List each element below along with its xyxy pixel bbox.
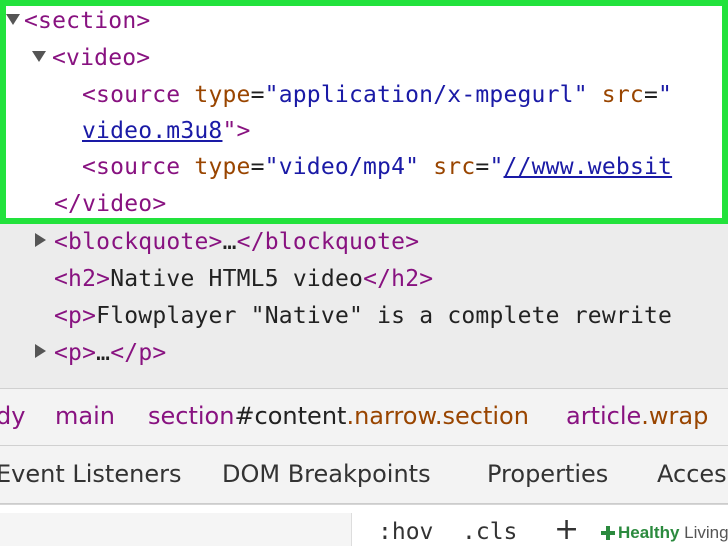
styles-filter-input[interactable] [0, 513, 352, 546]
tab-properties[interactable]: Properties [487, 460, 608, 488]
add-rule-icon[interactable]: + [554, 515, 579, 545]
breadcrumb-item-main[interactable]: main [55, 402, 115, 430]
h2-tag: <h2> [54, 266, 111, 292]
ellipsis: … [96, 340, 111, 366]
expand-triangle-icon[interactable] [35, 344, 46, 358]
video-tag: <video> [52, 45, 151, 71]
breadcrumb-class: .narrow.section [346, 402, 529, 430]
type-attribute: type [194, 82, 251, 108]
p-text: Flowplayer "Native" is a complete rewrit… [96, 303, 673, 329]
hover-state-toggle[interactable]: :hov [378, 519, 433, 545]
src-attribute: src [419, 154, 476, 180]
breadcrumb-class: .wrap [641, 402, 709, 430]
breadcrumb-id: #content [234, 402, 347, 430]
p-tag: <p> [54, 303, 97, 329]
dom-line-section[interactable]: <section> [24, 6, 150, 36]
dom-line-h2[interactable]: <h2>Native HTML5 video</h2> [54, 264, 433, 294]
p-close-tag: </p> [110, 340, 167, 366]
tab-dom-breakpoints[interactable]: DOM Breakpoints [222, 460, 431, 488]
breadcrumb-item-section[interactable]: section#content.narrow.section [148, 402, 529, 430]
tab-accessibility[interactable]: Acces [657, 460, 727, 488]
tab-event-listeners[interactable]: Event Listeners [0, 460, 181, 488]
src-quote: " [658, 82, 673, 108]
p-tag: <p> [54, 340, 97, 366]
watermark-brand: Healthy [618, 523, 680, 542]
dom-line-blockquote[interactable]: <blockquote>…</blockquote> [54, 227, 419, 257]
equals-sign: = [475, 154, 490, 180]
equals-sign: = [250, 82, 265, 108]
dom-line-source-2[interactable]: <source type="video/mp4" src="//www.webs… [82, 152, 672, 182]
sidebar-tabs: Event Listeners DOM Breakpoints Properti… [0, 446, 728, 504]
source-close: "> [222, 118, 251, 144]
elements-dom-tree: <section> <video> <source type="applicat… [0, 0, 728, 388]
blockquote-close-tag: </blockquote> [236, 229, 420, 255]
section-tag: <section> [24, 8, 151, 34]
breadcrumb: dy main section#content.narrow.section a… [0, 388, 728, 446]
class-toggle[interactable]: .cls [462, 519, 517, 545]
expand-triangle-icon[interactable] [32, 51, 46, 62]
ellipsis: … [222, 229, 237, 255]
source-tag: <source [82, 82, 195, 108]
dom-line-p[interactable]: <p>Flowplayer "Native" is a complete rew… [54, 301, 672, 331]
h2-text: Native HTML5 video [110, 266, 364, 292]
type-value: "video/mp4" [264, 154, 420, 180]
watermark-logo: Healthy Living [596, 520, 728, 546]
watermark-suffix: Living [684, 523, 728, 542]
blockquote-tag: <blockquote> [54, 229, 223, 255]
src-attribute: src [587, 82, 644, 108]
video-close-tag: </video> [54, 191, 167, 217]
breadcrumb-tag: main [55, 402, 115, 430]
type-attribute: type [194, 154, 251, 180]
breadcrumb-tag: section [148, 402, 235, 430]
breadcrumb-item-body[interactable]: dy [0, 402, 25, 430]
dom-line-video[interactable]: <video> [52, 43, 150, 73]
h2-close-tag: </h2> [363, 266, 434, 292]
equals-sign: = [250, 154, 265, 180]
src-quote: " [489, 154, 504, 180]
equals-sign: = [643, 82, 659, 108]
expand-triangle-icon[interactable] [35, 233, 46, 247]
breadcrumb-tag: dy [0, 402, 26, 430]
type-value: "application/x-mpegurl" [264, 82, 588, 108]
breadcrumb-tag: article [566, 402, 642, 430]
dom-line-video-close[interactable]: </video> [54, 189, 166, 219]
src-link[interactable]: video.m3u8 [82, 118, 222, 144]
src-link[interactable]: //www.websit [504, 154, 673, 180]
dom-line-p-collapsed[interactable]: <p>…</p> [54, 338, 166, 368]
plus-logo-icon [601, 526, 615, 540]
dom-line-source-1[interactable]: <source type="application/x-mpegurl" src… [82, 80, 672, 110]
expand-triangle-icon[interactable] [6, 14, 20, 25]
dom-line-source-1-cont[interactable]: video.m3u8"> [82, 116, 251, 146]
breadcrumb-item-article[interactable]: article.wrap [566, 402, 708, 430]
source-tag: <source [82, 154, 195, 180]
